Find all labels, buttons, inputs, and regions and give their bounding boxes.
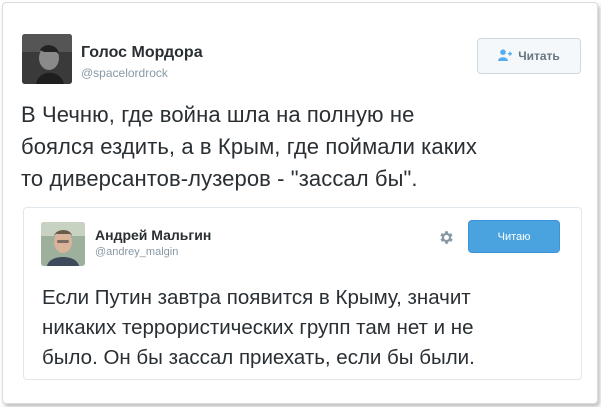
- tweet-text-line: В Чечню, где война шла на полную не: [21, 102, 415, 127]
- quoted-text-line: было. Он бы зассал приехать, если бы был…: [42, 346, 475, 369]
- tweet-text-line: то диверсантов-лузеров - "зассал бы".: [21, 166, 418, 191]
- quoted-text-line: Если Путин завтра появится в Крыму, знач…: [42, 286, 471, 309]
- follow-label: Читать: [518, 49, 560, 63]
- author-handle[interactable]: @spacelordrock: [81, 66, 168, 80]
- tweet-card: Голос Мордора @spacelordrock Читать В Че…: [2, 2, 598, 404]
- tweet-text: В Чечню, где война шла на полную не боял…: [21, 99, 591, 195]
- gear-icon[interactable]: [438, 229, 455, 251]
- following-button[interactable]: Читаю: [468, 220, 560, 253]
- quoted-author-name[interactable]: Андрей Мальгин: [95, 227, 211, 243]
- quoted-tweet[interactable]: Андрей Мальгин @andrey_malgin Читаю Если…: [23, 207, 582, 380]
- avatar[interactable]: [22, 34, 72, 84]
- quoted-text-line: никаких террористических групп там нет и…: [42, 316, 474, 339]
- author-name[interactable]: Голос Мордора: [81, 44, 203, 62]
- quoted-avatar[interactable]: [41, 222, 85, 266]
- quoted-tweet-text: Если Путин завтра появится в Крыму, знач…: [42, 283, 572, 373]
- quoted-author-handle[interactable]: @andrey_malgin: [95, 246, 178, 258]
- person-plus-icon: [498, 48, 513, 64]
- follow-button[interactable]: Читать: [477, 38, 581, 74]
- tweet-text-line: боялся ездить, а в Крым, где поймали как…: [21, 134, 477, 159]
